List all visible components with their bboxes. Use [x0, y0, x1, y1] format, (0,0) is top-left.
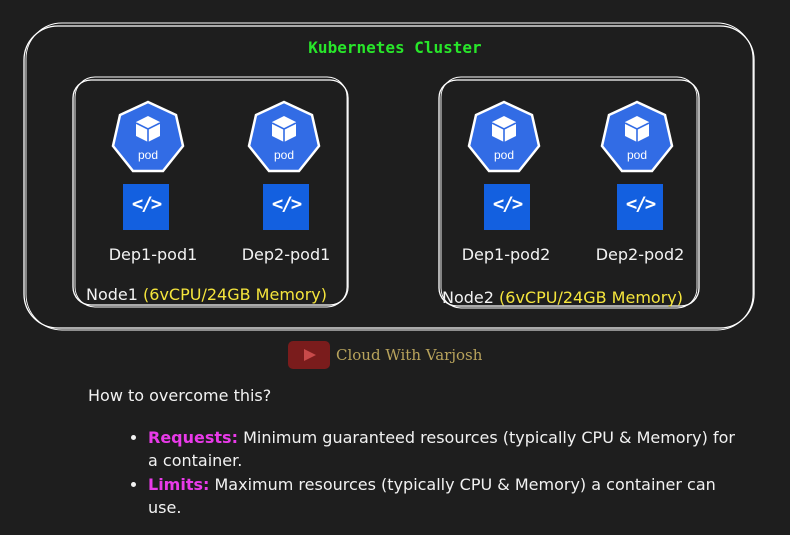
node-label: Node1 (6vCPU/24GB Memory) — [86, 285, 327, 304]
code-icon: </> — [617, 184, 663, 230]
node-label: Node2 (6vCPU/24GB Memory) — [442, 288, 683, 307]
pod-name: Dep2-pod1 — [241, 245, 331, 264]
brand-watermark: Cloud With Varjosh — [288, 340, 482, 370]
code-icon: </> — [484, 184, 530, 230]
pod-icon: pod — [467, 100, 541, 173]
pod-name: Dep2-pod2 — [595, 245, 685, 264]
bullet-text: Maximum resources (typically CPU & Memor… — [148, 475, 716, 517]
node-name: Node1 — [86, 285, 138, 304]
youtube-icon — [288, 341, 330, 369]
bullet-term: Requests: — [148, 428, 238, 447]
node-name: Node2 — [442, 288, 494, 307]
code-icon: </> — [123, 184, 169, 230]
svg-text:pod: pod — [494, 148, 514, 162]
list-item: Limits: Maximum resources (typically CPU… — [148, 473, 748, 519]
node-spec: (6vCPU/24GB Memory) — [143, 285, 327, 304]
question-text: How to overcome this? — [88, 386, 272, 405]
pod-icon: pod — [600, 100, 674, 173]
svg-text:pod: pod — [627, 148, 647, 162]
cluster-frame — [23, 25, 755, 329]
pod-icon: pod — [247, 100, 321, 173]
node-spec: (6vCPU/24GB Memory) — [499, 288, 683, 307]
bullet-term: Limits: — [148, 475, 210, 494]
cluster-title: Kubernetes Cluster — [308, 38, 482, 57]
list-item: Requests: Minimum guaranteed resources (… — [148, 426, 748, 472]
pod-name: Dep1-pod2 — [461, 245, 551, 264]
bullet-list: Requests: Minimum guaranteed resources (… — [126, 426, 748, 520]
svg-text:pod: pod — [274, 148, 294, 162]
pod-name: Dep1-pod1 — [108, 245, 198, 264]
pod-icon: pod — [111, 100, 185, 173]
code-icon: </> — [263, 184, 309, 230]
brand-text: Cloud With Varjosh — [336, 346, 483, 364]
svg-text:pod: pod — [138, 148, 158, 162]
